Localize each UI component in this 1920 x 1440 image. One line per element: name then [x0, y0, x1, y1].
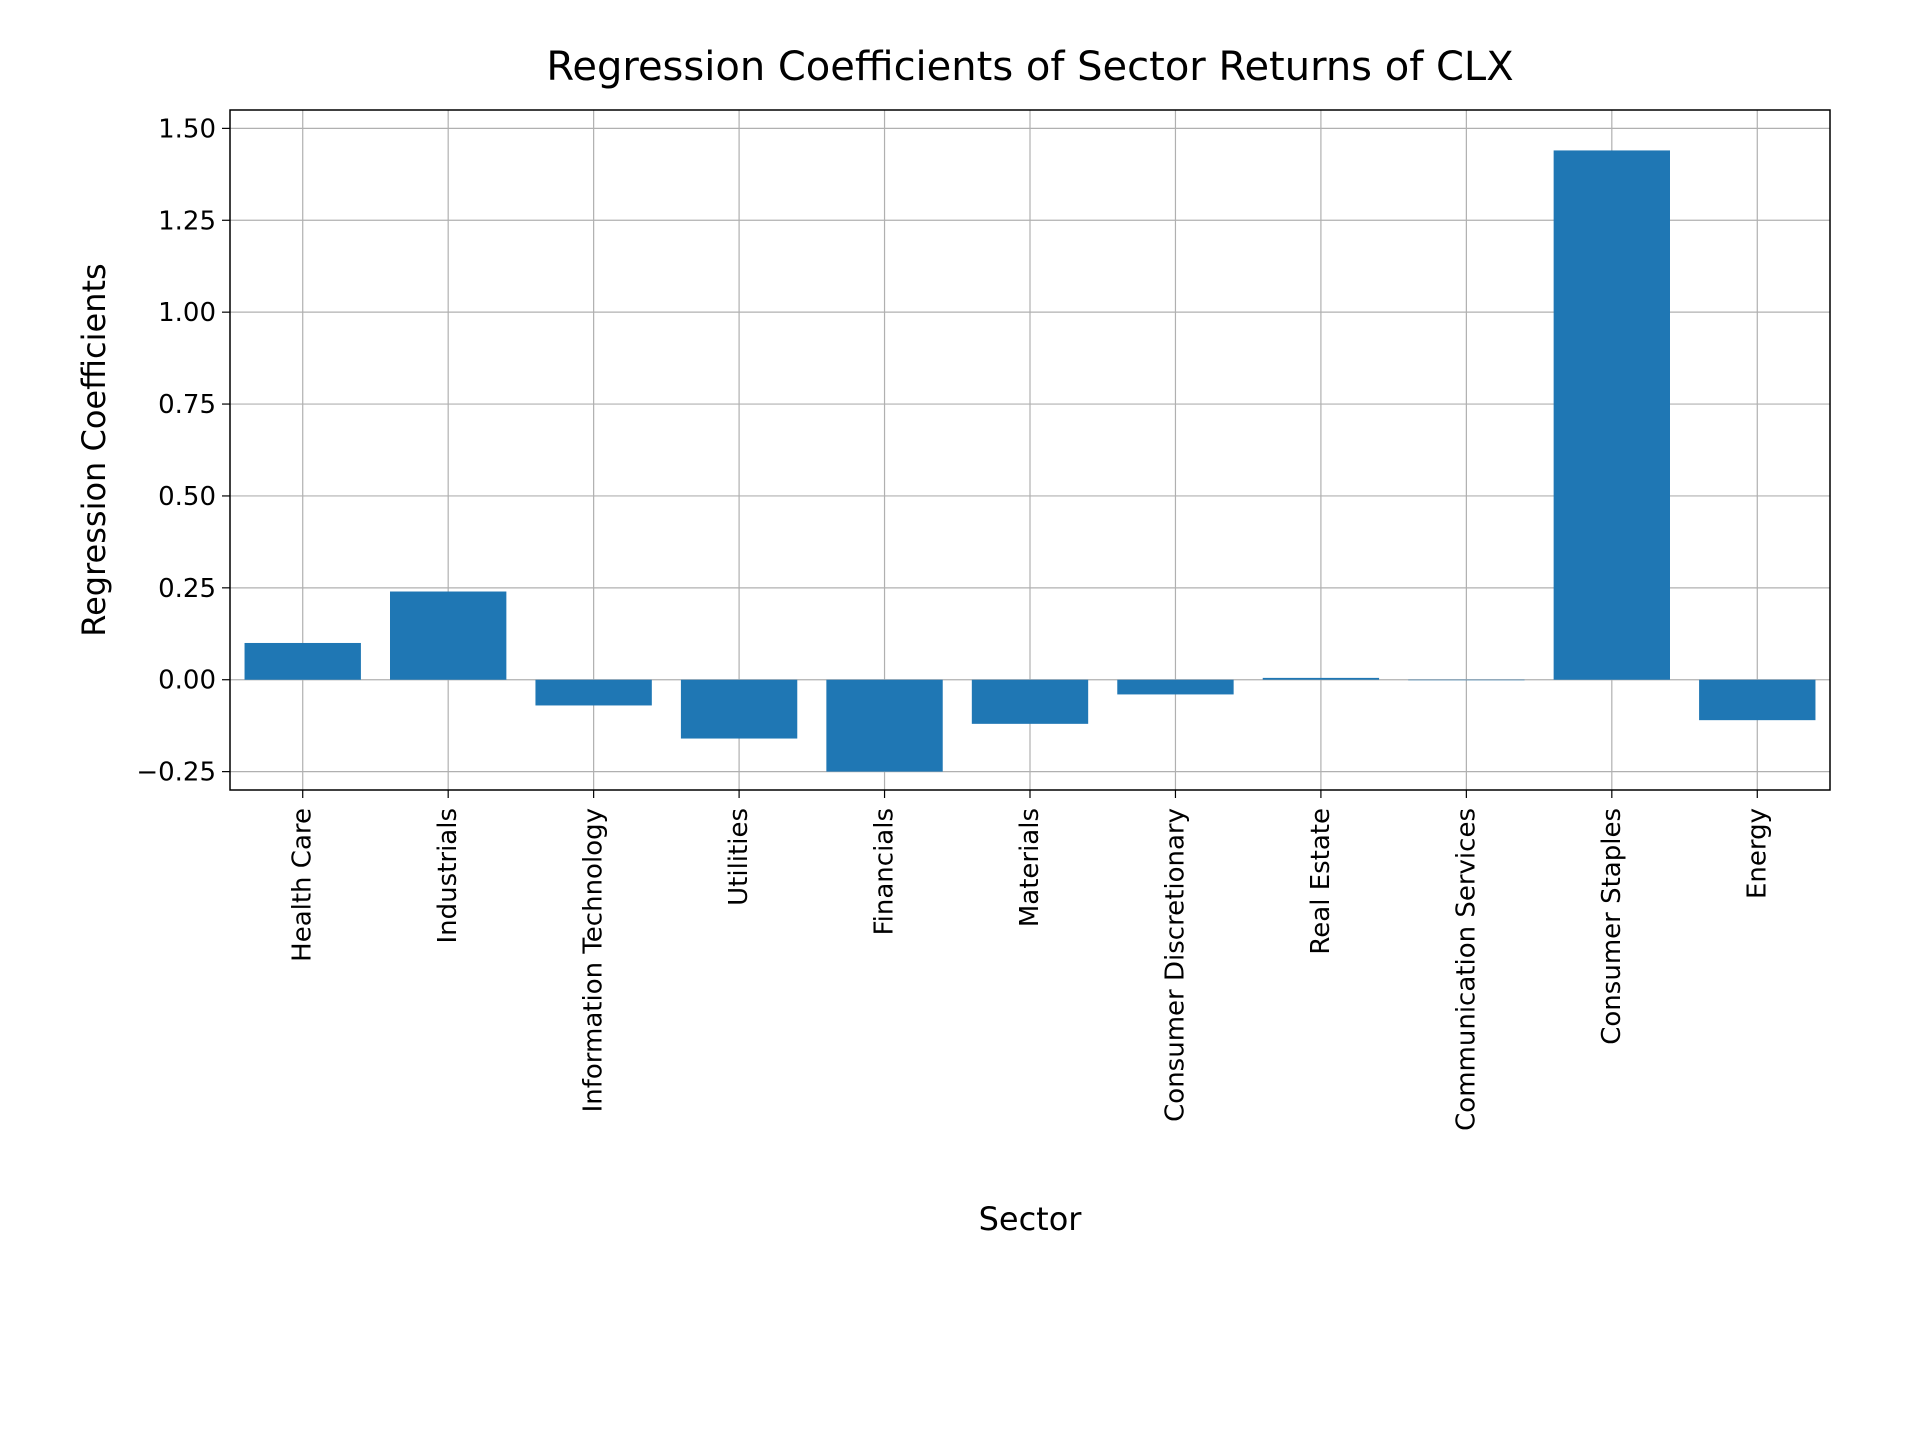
x-tick-label: Industrials [433, 808, 463, 943]
x-axis: Health Care Industrials Information Techno… [288, 790, 1773, 1131]
bar-2 [535, 680, 651, 706]
chart-container: Regression Coefficients of Sector Return… [60, 30, 1860, 1410]
y-tick-label: 1.00 [158, 298, 216, 328]
x-axis-label: Sector [979, 1200, 1083, 1238]
bar-9 [1554, 150, 1670, 679]
x-tick-label: Consumer Discretionary [1160, 808, 1190, 1122]
bar-7 [1263, 678, 1379, 680]
x-tick-label: Consumer Staples [1597, 808, 1627, 1045]
x-tick-label: Materials [1015, 808, 1045, 927]
bar-6 [1117, 680, 1233, 695]
chart-svg: Regression Coefficients of Sector Return… [60, 30, 1860, 1410]
y-tick-label: 0.25 [158, 574, 216, 604]
y-tick-label: −0.25 [136, 758, 216, 788]
bar-4 [826, 680, 942, 772]
x-tick-label: Real Estate [1306, 808, 1336, 955]
y-tick-label: 1.25 [158, 206, 216, 236]
x-tick-label: Utilities [724, 808, 754, 906]
y-tick-label: 0.75 [158, 390, 216, 420]
bar-3 [681, 680, 797, 739]
y-axis-label: Regression Coefficients [75, 263, 113, 636]
y-tick-label: 1.50 [158, 114, 216, 144]
bar-0 [245, 643, 361, 680]
x-tick-label: Information Technology [579, 808, 609, 1112]
x-tick-label: Energy [1742, 808, 1772, 899]
bar-8 [1408, 680, 1524, 681]
x-tick-label: Financials [870, 808, 900, 935]
x-tick-label: Health Care [288, 808, 318, 962]
bar-10 [1699, 680, 1815, 720]
bar-5 [972, 680, 1088, 724]
y-axis: −0.25 0.00 0.25 0.50 0.75 1.00 1.25 1.50 [136, 114, 230, 787]
y-tick-label: 0.00 [158, 666, 216, 696]
chart-title: Regression Coefficients of Sector Return… [546, 44, 1513, 90]
x-tick-label: Communication Services [1451, 808, 1481, 1131]
bar-1 [390, 592, 506, 680]
y-tick-label: 0.50 [158, 482, 216, 512]
